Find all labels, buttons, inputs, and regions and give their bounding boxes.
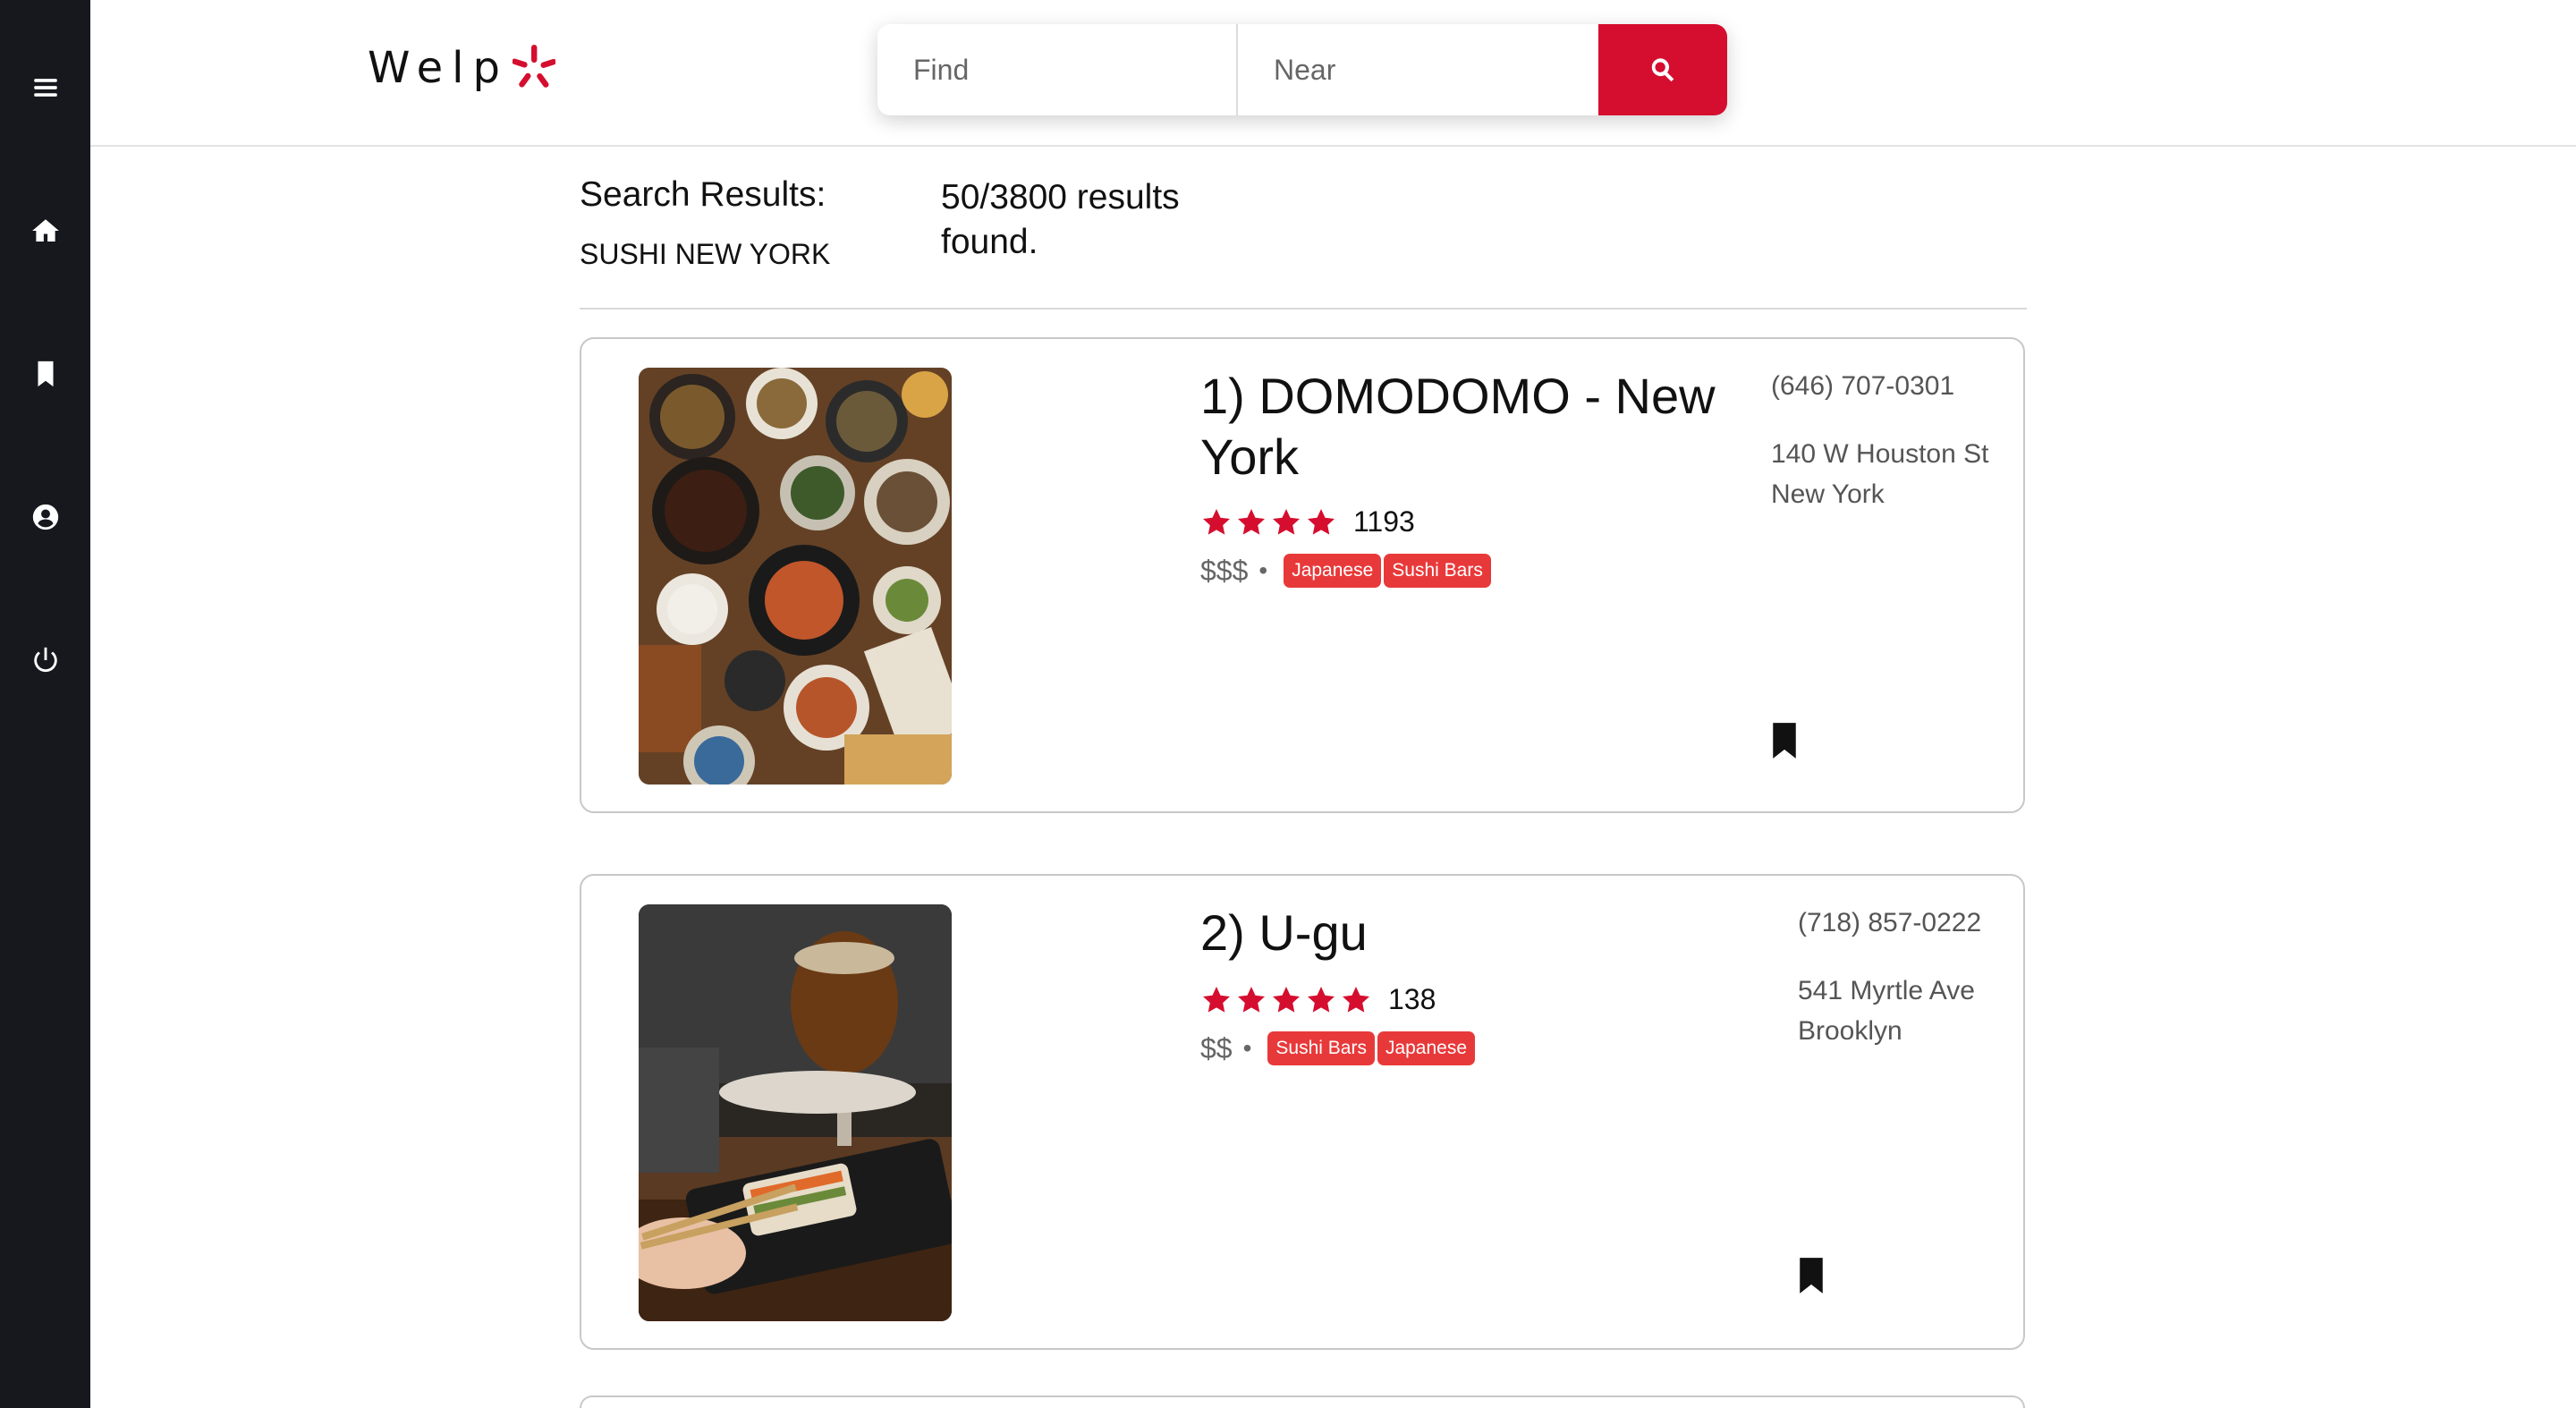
star-icon [1203,986,1230,1013]
results-count: 50/3800 results found. [941,178,1180,261]
star-icon [1203,508,1230,535]
star-icon [1343,986,1369,1013]
listing-photo[interactable] [639,368,952,785]
listing-title[interactable]: 2) U-gu [1200,903,1737,963]
bookmark-icon[interactable] [28,356,64,392]
star-icon [1273,508,1300,535]
address: 140 W Houston St New York [1771,434,1988,514]
star-rating [1200,506,1337,539]
listing-photo[interactable] [639,904,952,1321]
meta-row: $$ • Sushi Bars Japanese [1200,1031,1478,1065]
search-button[interactable] [1598,24,1727,115]
bookmark-icon[interactable] [1796,1256,1826,1295]
phone-number: (646) 707-0301 [1771,371,1955,401]
rating-row: 1193 [1200,505,1415,539]
review-count: 1193 [1353,505,1415,538]
results-label: Search Results: [580,175,826,214]
separator-dot: • [1258,556,1268,584]
category-tag[interactable]: Japanese [1284,554,1382,588]
star-icon [1238,986,1265,1013]
user-circle-icon[interactable] [28,499,64,535]
search-bar [877,24,1727,115]
price-level: $$ [1200,1031,1233,1064]
find-input[interactable] [877,24,1238,115]
listing-card-partial[interactable] [580,1395,2025,1408]
star-icon [1308,508,1335,535]
burst-logo-icon [512,45,555,88]
menu-icon[interactable] [28,70,64,106]
address-street: 541 Myrtle Ave [1798,976,1975,1005]
top-bar: Welp [90,0,2576,147]
address-city: Brooklyn [1798,1016,1902,1046]
category-tag[interactable]: Japanese [1377,1031,1476,1065]
review-count: 138 [1388,983,1436,1015]
results-query: SUSHI NEW YORK [580,238,831,270]
address-city: New York [1771,479,1885,509]
meta-row: $$$ • Japanese Sushi Bars [1200,554,1494,588]
sidebar [0,0,90,1408]
address-street: 140 W Houston St [1771,439,1989,469]
price-level: $$$ [1200,554,1249,587]
bookmark-icon[interactable] [1769,721,1800,760]
rating-row: 138 [1200,983,1436,1016]
results-header: Search Results: SUSHI NEW YORK 50/3800 r… [580,175,2027,310]
address: 541 Myrtle Ave Brooklyn [1798,971,1975,1051]
near-input[interactable] [1238,24,1598,115]
star-icon [1238,508,1265,535]
listing-title[interactable]: 1) DOMODOMO - New York [1200,366,1737,488]
star-rating [1200,984,1372,1016]
category-tag[interactable]: Sushi Bars [1384,554,1491,588]
star-icon [1308,986,1335,1013]
listing-card[interactable]: 2) U-gu 138 $$ • Sushi Bars Japanese (71… [580,874,2025,1350]
category-tag[interactable]: Sushi Bars [1267,1031,1375,1065]
star-icon [1273,986,1300,1013]
logo[interactable]: Welp [368,36,555,100]
phone-number: (718) 857-0222 [1798,908,1982,937]
power-icon[interactable] [28,642,64,678]
home-icon[interactable] [28,213,64,249]
listing-card[interactable]: 1) DOMODOMO - New York 1193 $$$ • Japane… [580,337,2025,813]
separator-dot: • [1242,1034,1252,1062]
logo-text: Welp [368,43,509,93]
search-icon [1651,58,1674,82]
